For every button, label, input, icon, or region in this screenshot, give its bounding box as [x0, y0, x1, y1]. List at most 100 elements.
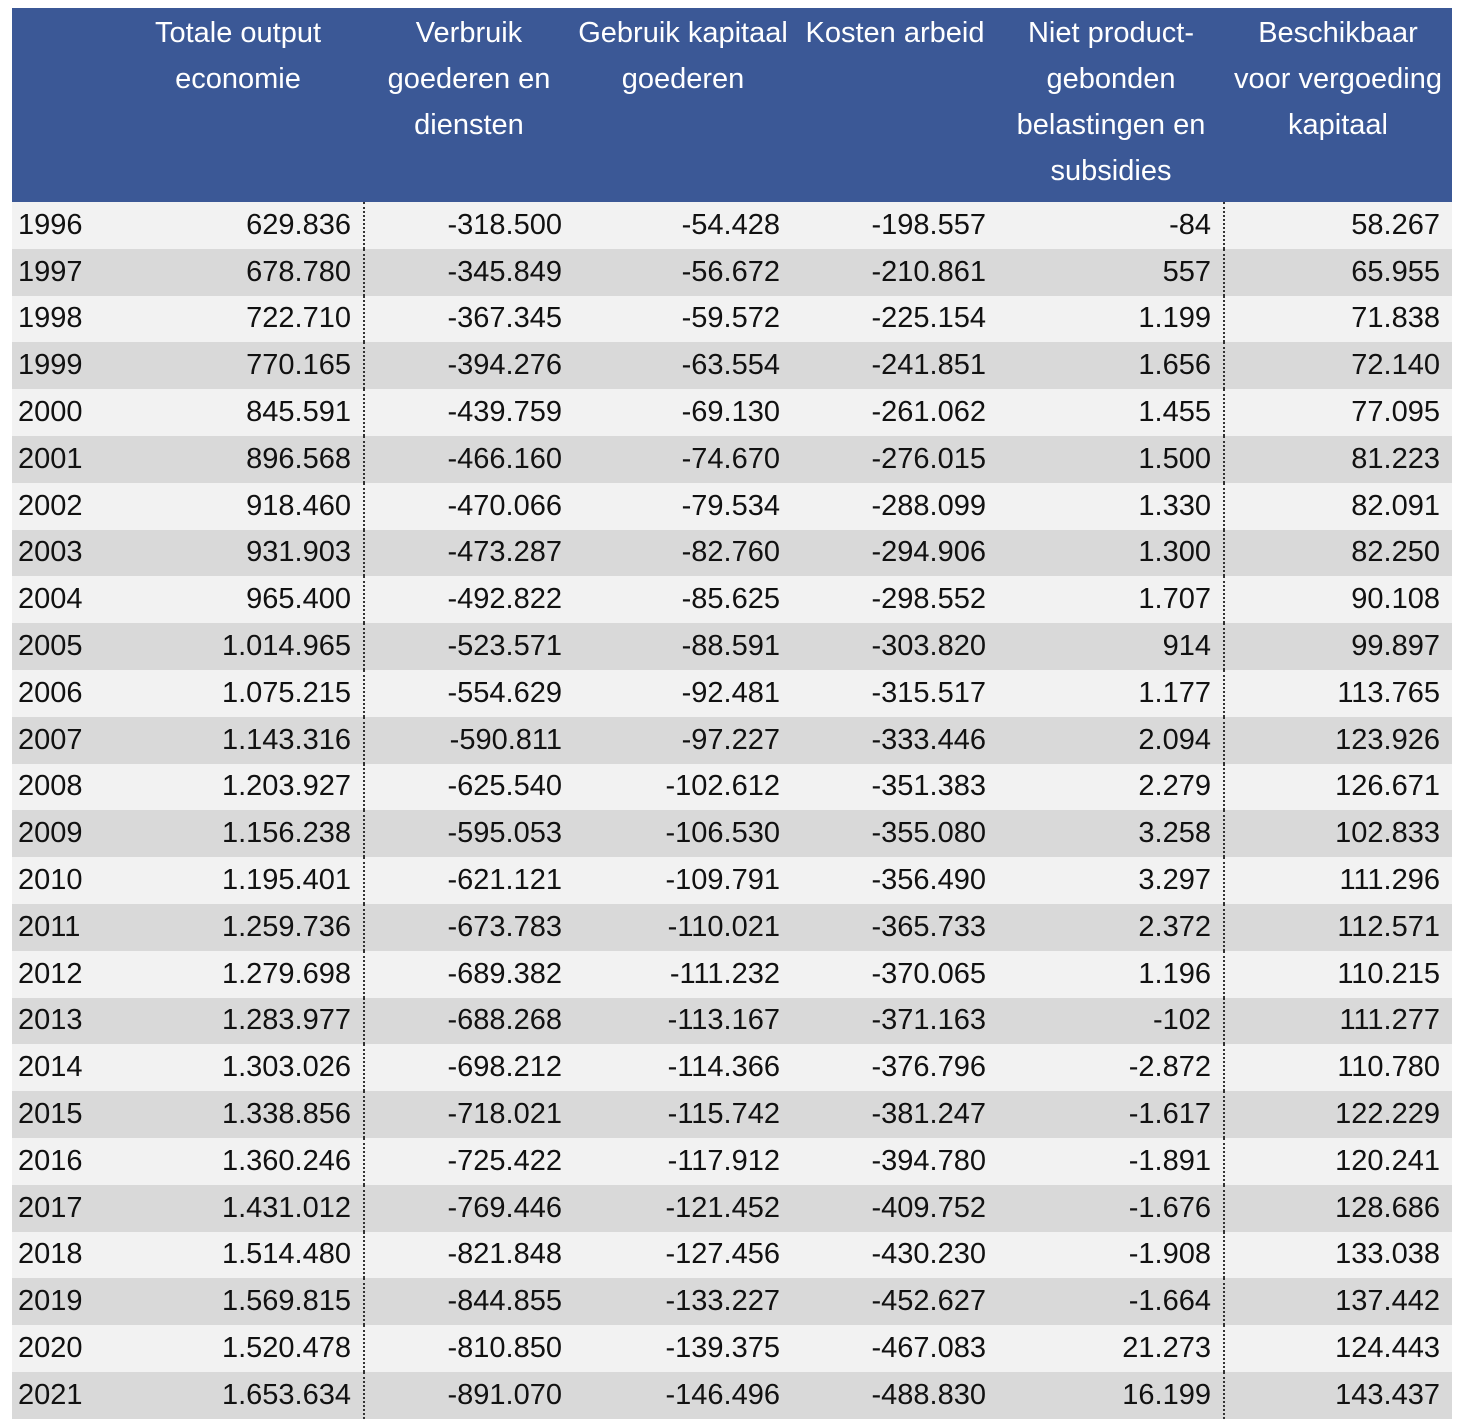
table-row: 2010 1.195.401 -621.121 -109.791 -356.490 3.2…	[12, 857, 1452, 904]
verbruik-cell: -439.759	[364, 389, 574, 436]
year-cell: 2008	[12, 763, 112, 811]
belastingen-subsidies-cell: 1.656	[998, 342, 1225, 390]
totale-output-cell: 722.710	[112, 295, 365, 343]
verbruik-cell: -590.811	[364, 716, 574, 764]
beschikbaar-cell: 65.955	[1224, 248, 1452, 296]
totale-output-cell: 1.520.478	[112, 1325, 365, 1372]
beschikbaar-cell: 120.241	[1224, 1137, 1452, 1185]
gebruik-kapitaal-cell: -69.130	[574, 389, 792, 436]
verbruik-cell: -844.855	[364, 1278, 574, 1326]
table-row: 2017 1.431.012 -769.446 -121.452 -409.752 -1.…	[12, 1184, 1452, 1232]
totale-output-cell: 678.780	[112, 248, 365, 296]
verbruik-cell: -891.070	[364, 1371, 574, 1419]
table-row: 2001 896.568 -466.160 -74.670 -276.015 1.500 8…	[12, 435, 1452, 483]
totale-output-cell: 1.014.965	[112, 623, 365, 670]
verbruik-cell: -466.160	[364, 435, 574, 483]
table-row: 2016 1.360.246 -725.422 -117.912 -394.780 -1.…	[12, 1137, 1452, 1185]
table-row: 2002 918.460 -470.066 -79.534 -288.099 1.330 8…	[12, 482, 1452, 530]
kosten-arbeid-cell: -355.080	[792, 810, 998, 858]
year-cell: 2004	[12, 576, 112, 624]
kosten-arbeid-cell: -371.163	[792, 997, 998, 1045]
header-beschikbaar: Beschikbaar voor vergoeding kapitaal	[1224, 8, 1452, 202]
totale-output-cell: 1.283.977	[112, 997, 365, 1045]
beschikbaar-cell: 58.267	[1224, 202, 1452, 249]
kosten-arbeid-cell: -294.906	[792, 529, 998, 577]
beschikbaar-cell: 71.838	[1224, 295, 1452, 343]
gebruik-kapitaal-cell: -110.021	[574, 903, 792, 951]
belastingen-subsidies-cell: 16.199	[998, 1371, 1225, 1419]
beschikbaar-cell: 143.437	[1224, 1371, 1452, 1419]
table-row: 2021 1.653.634 -891.070 -146.496 -488.830 16.…	[12, 1371, 1452, 1419]
year-cell: 2005	[12, 623, 112, 670]
kosten-arbeid-cell: -276.015	[792, 435, 998, 483]
totale-output-cell: 918.460	[112, 482, 365, 530]
kosten-arbeid-cell: -198.557	[792, 202, 998, 249]
kosten-arbeid-cell: -394.780	[792, 1137, 998, 1185]
belastingen-subsidies-cell: -1.891	[998, 1137, 1225, 1185]
table-body: 1996 629.836 -318.500 -54.428 -198.557 -84 58.…	[12, 202, 1452, 1419]
totale-output-cell: 1.203.927	[112, 763, 365, 811]
beschikbaar-cell: 81.223	[1224, 435, 1452, 483]
table-row: 2020 1.520.478 -810.850 -139.375 -467.083 21.…	[12, 1325, 1452, 1372]
beschikbaar-cell: 124.443	[1224, 1325, 1452, 1372]
gebruik-kapitaal-cell: -54.428	[574, 202, 792, 249]
year-cell: 1997	[12, 248, 112, 296]
gebruik-kapitaal-cell: -97.227	[574, 716, 792, 764]
table-row: 2006 1.075.215 -554.629 -92.481 -315.517 1.17…	[12, 669, 1452, 717]
header-year	[12, 8, 112, 202]
totale-output-cell: 1.075.215	[112, 669, 365, 717]
kosten-arbeid-cell: -288.099	[792, 482, 998, 530]
year-cell: 1999	[12, 342, 112, 390]
gebruik-kapitaal-cell: -59.572	[574, 295, 792, 343]
belastingen-subsidies-cell: -1.664	[998, 1278, 1225, 1326]
year-cell: 2015	[12, 1091, 112, 1138]
kosten-arbeid-cell: -315.517	[792, 669, 998, 717]
belastingen-subsidies-cell: -1.908	[998, 1231, 1225, 1279]
year-cell: 2003	[12, 529, 112, 577]
gebruik-kapitaal-cell: -85.625	[574, 576, 792, 624]
beschikbaar-cell: 128.686	[1224, 1184, 1452, 1232]
beschikbaar-cell: 137.442	[1224, 1278, 1452, 1326]
verbruik-cell: -345.849	[364, 248, 574, 296]
belastingen-subsidies-cell: 3.258	[998, 810, 1225, 858]
table-row: 2000 845.591 -439.759 -69.130 -261.062 1.455 7…	[12, 389, 1452, 436]
table-row: 2004 965.400 -492.822 -85.625 -298.552 1.707 9…	[12, 576, 1452, 624]
beschikbaar-cell: 113.765	[1224, 669, 1452, 717]
gebruik-kapitaal-cell: -146.496	[574, 1371, 792, 1419]
kosten-arbeid-cell: -488.830	[792, 1371, 998, 1419]
beschikbaar-cell: 111.277	[1224, 997, 1452, 1045]
year-cell: 2006	[12, 669, 112, 717]
kosten-arbeid-cell: -333.446	[792, 716, 998, 764]
header-row: Totale output economie Verbruik goederen…	[12, 8, 1452, 202]
belastingen-subsidies-cell: 1.300	[998, 529, 1225, 577]
kosten-arbeid-cell: -452.627	[792, 1278, 998, 1326]
totale-output-cell: 629.836	[112, 202, 365, 249]
belastingen-subsidies-cell: -84	[998, 202, 1225, 249]
verbruik-cell: -689.382	[364, 950, 574, 998]
gebruik-kapitaal-cell: -127.456	[574, 1231, 792, 1279]
gebruik-kapitaal-cell: -74.670	[574, 435, 792, 483]
gebruik-kapitaal-cell: -111.232	[574, 950, 792, 998]
verbruik-cell: -698.212	[364, 1044, 574, 1092]
header-gebruik-kapitaal: Gebruik kapitaal goederen	[574, 8, 792, 202]
table-row: 2003 931.903 -473.287 -82.760 -294.906 1.300 8…	[12, 529, 1452, 577]
belastingen-subsidies-cell: 1.707	[998, 576, 1225, 624]
table-row: 2008 1.203.927 -625.540 -102.612 -351.383 2.2…	[12, 763, 1452, 811]
gebruik-kapitaal-cell: -121.452	[574, 1184, 792, 1232]
belastingen-subsidies-cell: -1.617	[998, 1091, 1225, 1138]
kosten-arbeid-cell: -365.733	[792, 903, 998, 951]
beschikbaar-cell: 133.038	[1224, 1231, 1452, 1279]
year-cell: 2002	[12, 482, 112, 530]
beschikbaar-cell: 126.671	[1224, 763, 1452, 811]
table-row: 2007 1.143.316 -590.811 -97.227 -333.446 2.09…	[12, 716, 1452, 764]
kosten-arbeid-cell: -351.383	[792, 763, 998, 811]
year-cell: 1996	[12, 202, 112, 249]
totale-output-cell: 1.338.856	[112, 1091, 365, 1138]
verbruik-cell: -625.540	[364, 763, 574, 811]
table-row: 2019 1.569.815 -844.855 -133.227 -452.627 -1.…	[12, 1278, 1452, 1326]
belastingen-subsidies-cell: 2.279	[998, 763, 1225, 811]
table-row: 2018 1.514.480 -821.848 -127.456 -430.230 -1.…	[12, 1231, 1452, 1279]
year-cell: 2010	[12, 857, 112, 904]
verbruik-cell: -769.446	[364, 1184, 574, 1232]
output-economie-table: Totale output economie Verbruik goederen…	[12, 8, 1452, 1419]
